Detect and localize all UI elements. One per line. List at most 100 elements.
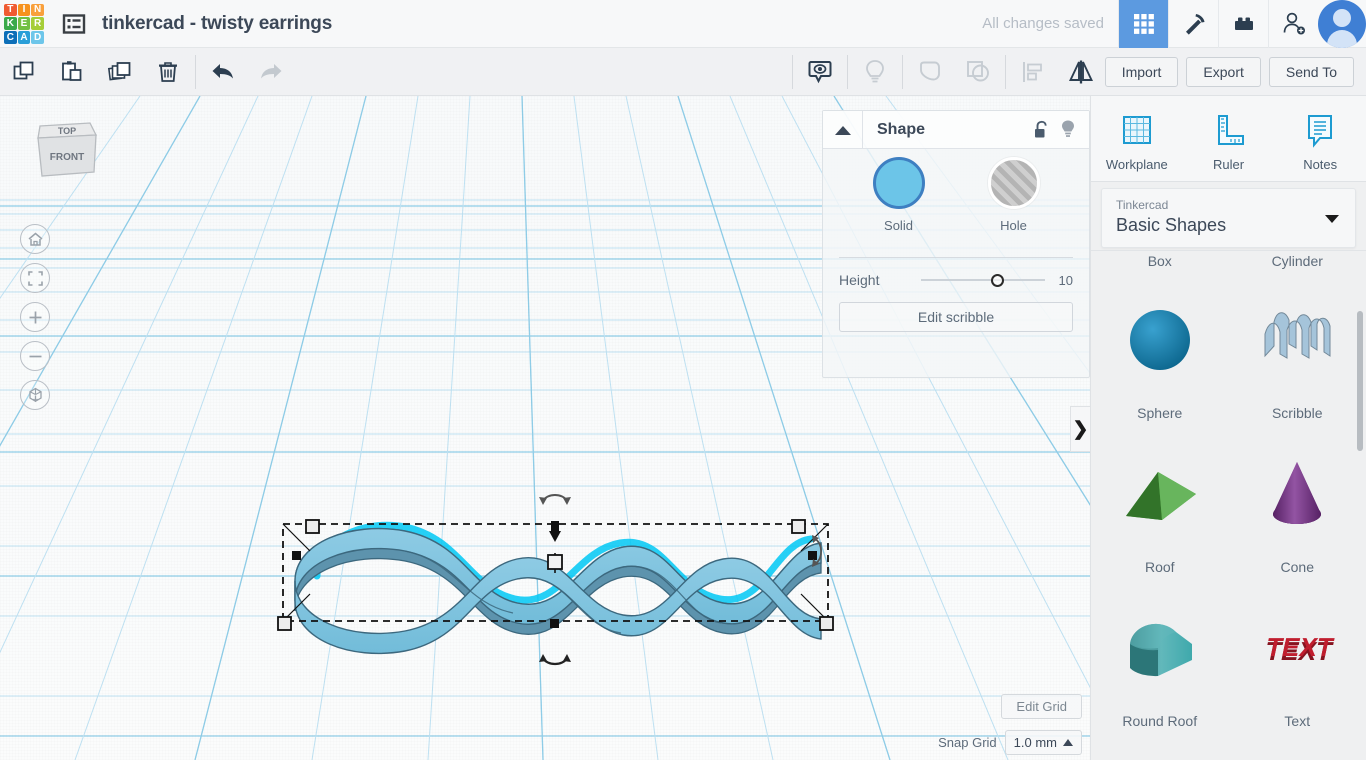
send-to-button[interactable]: Send To: [1268, 56, 1354, 87]
chevron-down-icon[interactable]: [1325, 215, 1339, 223]
expand-panel-tab[interactable]: ❯: [1070, 406, 1090, 452]
minus-icon: [29, 355, 41, 357]
workplane-grid-icon: [1122, 116, 1151, 144]
logo-tile-d: D: [31, 30, 44, 44]
gallery-item-label: Sphere: [1137, 405, 1183, 421]
toolbar-divider: [846, 54, 848, 89]
gallery-item-box[interactable]: Box: [1091, 251, 1229, 277]
grid-gallery-button[interactable]: [1118, 0, 1168, 48]
ungroup-button[interactable]: [954, 48, 1002, 96]
height-value: 10: [1058, 272, 1073, 288]
shape-panel-title: Shape: [877, 120, 926, 138]
paste-icon: [62, 60, 82, 81]
lightbulb-icon[interactable]: [1059, 119, 1077, 140]
codeblocks-button[interactable]: [1168, 0, 1218, 48]
redo-button[interactable]: [247, 48, 295, 96]
logo-tile-c: C: [4, 30, 17, 44]
gallery-item-sphere[interactable]: Sphere: [1091, 277, 1229, 431]
ungroup-shapes-icon: [966, 60, 989, 81]
library-category: Tinkercad: [1116, 198, 1169, 212]
solid-swatch-option[interactable]: Solid: [872, 157, 925, 233]
group-button[interactable]: [906, 48, 954, 96]
toolbar-divider: [901, 54, 903, 89]
gallery-item-text[interactable]: TEXT TEXT Text: [1229, 585, 1366, 739]
gallery-item-label: Text: [1284, 713, 1311, 729]
unlocked-padlock-icon[interactable]: [1033, 120, 1050, 140]
tinkercad-logo[interactable]: TIN KER CAD: [2, 2, 46, 46]
gallery-item-roof[interactable]: Roof: [1091, 431, 1229, 585]
hole-swatch-option[interactable]: Hole: [987, 157, 1040, 233]
logo-tile-i: I: [17, 3, 31, 17]
shape-library-dropdown[interactable]: Tinkercad Basic Shapes: [1101, 188, 1356, 248]
hole-pattern-circle[interactable]: [987, 157, 1040, 209]
svg-text:TEXT: TEXT: [1264, 632, 1337, 662]
gallery-scrollbar[interactable]: [1357, 311, 1363, 451]
undo-button[interactable]: [199, 48, 247, 96]
logo-tile-e: E: [17, 17, 31, 30]
mirror-button[interactable]: [1057, 48, 1105, 96]
zoom-out-button[interactable]: [20, 341, 50, 371]
sidebar-item-workplane[interactable]: Workplane: [1091, 105, 1183, 172]
copy-icon: [13, 61, 34, 79]
twisty-scribble-shape[interactable]: [255, 481, 855, 681]
lego-brick-icon: [1234, 17, 1253, 30]
paste-button[interactable]: [48, 48, 96, 96]
cone-thumbnail: [1273, 462, 1322, 524]
blocks-button[interactable]: [1218, 0, 1268, 48]
show-hide-button[interactable]: [796, 48, 844, 96]
align-button[interactable]: [1009, 48, 1057, 96]
gallery-art: [1229, 277, 1366, 403]
copy-button[interactable]: [0, 48, 48, 96]
notes-label: Notes: [1303, 157, 1338, 172]
right-sidebar: Workplane Ruler Notes Tinkercad Basic Sh…: [1090, 96, 1366, 760]
height-control-row: Height 10: [823, 258, 1089, 288]
logo-tile-a: A: [17, 30, 31, 44]
avatar[interactable]: [1318, 0, 1366, 48]
file-actions-group: Import Export Send To: [1104, 56, 1354, 87]
edit-scribble-button[interactable]: Edit scribble: [839, 302, 1073, 332]
height-label: Height: [839, 272, 880, 288]
view-cube[interactable]: TOP FRONT: [22, 114, 112, 194]
perspective-toggle-button[interactable]: [20, 380, 50, 410]
sidebar-item-notes[interactable]: Notes: [1274, 105, 1366, 172]
fit-to-view-button[interactable]: [20, 263, 50, 293]
app-header: TIN KER CAD tinkercad - twisty earrings Al…: [0, 0, 1366, 48]
gallery-item-round-roof[interactable]: Round Roof: [1091, 585, 1229, 739]
mirror-icon: [1068, 60, 1093, 83]
duplicate-button[interactable]: [96, 48, 144, 96]
logo-tile-k: K: [4, 17, 17, 30]
import-button[interactable]: Import: [1104, 56, 1179, 87]
home-view-button[interactable]: [20, 224, 50, 254]
invite-people-button[interactable]: [1268, 0, 1318, 48]
edit-grid-button[interactable]: Edit Grid: [1001, 694, 1082, 719]
collapse-caret-up-icon[interactable]: [823, 111, 863, 148]
gallery-item-cylinder[interactable]: Cylinder: [1229, 251, 1366, 277]
caret-up-icon: [1063, 739, 1073, 746]
zoom-in-button[interactable]: [20, 302, 50, 332]
plus-icon: [29, 311, 41, 323]
height-slider[interactable]: [913, 272, 1045, 288]
header-right-group: All changes saved: [982, 0, 1366, 48]
shape-panel-header-icons: [1033, 119, 1077, 140]
snap-grid-control: Snap Grid 1.0 mm: [938, 730, 1082, 755]
gallery-item-scribble[interactable]: Scribble: [1229, 277, 1366, 431]
delete-button[interactable]: [144, 48, 192, 96]
highlight-button[interactable]: [851, 48, 899, 96]
cube-orbit-icon: [28, 387, 42, 402]
gallery-art: [1091, 277, 1229, 403]
solid-hole-swatches: Solid Hole: [823, 149, 1089, 233]
gallery-art: [1229, 431, 1366, 557]
export-button[interactable]: Export: [1186, 56, 1261, 87]
shape-tool-group: [789, 48, 1105, 96]
solid-color-circle[interactable]: [872, 157, 925, 209]
list-menu-icon[interactable]: [60, 10, 88, 38]
gallery-item-label: Box: [1147, 253, 1172, 269]
shape-gallery[interactable]: Box Cylinder Sphere Scribble Roof Cone Ro…: [1091, 250, 1366, 760]
sidebar-item-ruler[interactable]: Ruler: [1183, 105, 1275, 172]
logo-tile-t: T: [4, 3, 17, 17]
gallery-item-label: Scribble: [1271, 405, 1323, 421]
height-slider-knob[interactable]: [991, 273, 1004, 287]
gallery-item-cone[interactable]: Cone: [1229, 431, 1366, 585]
snap-grid-select[interactable]: 1.0 mm: [1004, 730, 1082, 755]
height-slider-track: [921, 279, 1045, 281]
